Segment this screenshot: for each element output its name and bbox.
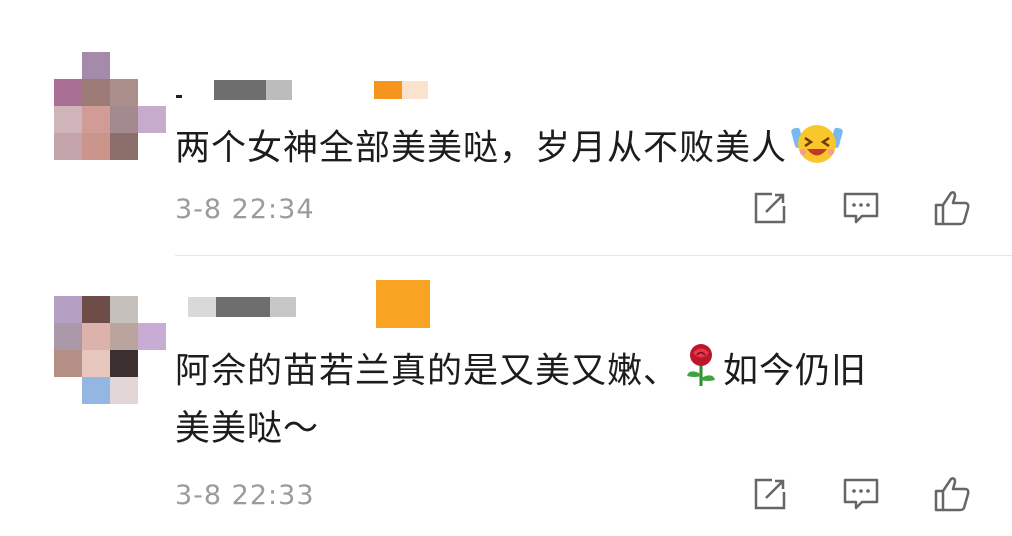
avatar-mosaic-cell: [82, 133, 110, 160]
reply-button[interactable]: [841, 474, 881, 514]
share-button[interactable]: [750, 188, 790, 228]
share-icon: [754, 192, 786, 224]
username-blur: [188, 297, 216, 317]
share-button[interactable]: [750, 474, 790, 514]
comment-item: 阿佘的苗若兰真的是又美又嫩、 如今仍旧 美美哒～ 3-8 22:33: [0, 256, 1012, 536]
comment-text-line: 阿佘的苗若兰真的是又美又嫩、: [175, 351, 680, 392]
comment-item: 两个女神全部美美哒，岁月从不败美人 3-8 22:34: [0, 0, 1012, 256]
username-dot: [176, 94, 182, 98]
avatar-mosaic-cell: [110, 350, 138, 377]
comment-actions: [750, 474, 972, 514]
username[interactable]: [176, 80, 428, 100]
avatar-mosaic-cell: [54, 52, 82, 79]
avatar-mosaic-cell: [110, 106, 138, 133]
avatar[interactable]: [54, 296, 166, 404]
avatar[interactable]: [54, 52, 166, 160]
avatar-mosaic-cell: [82, 296, 110, 323]
comment-icon: [843, 192, 879, 224]
avatar-mosaic-cell: [54, 296, 82, 323]
like-icon: [934, 477, 970, 512]
rose-emoji-icon: [683, 342, 719, 403]
avatar-mosaic-cell: [138, 323, 166, 350]
username-blur: [216, 297, 270, 317]
comment-text: 阿佘的苗若兰真的是又美又嫩、 如今仍旧 美美哒～: [175, 342, 867, 455]
avatar-mosaic-cell: [54, 377, 82, 404]
avatar-mosaic-cell: [138, 133, 166, 160]
avatar-mosaic-cell: [110, 296, 138, 323]
like-button[interactable]: [932, 474, 972, 514]
vip-badge: [376, 280, 430, 328]
avatar-mosaic-cell: [110, 52, 138, 79]
avatar-mosaic-cell: [54, 323, 82, 350]
like-button[interactable]: [932, 188, 972, 228]
avatar-mosaic-cell: [138, 52, 166, 79]
avatar-mosaic-cell: [82, 79, 110, 106]
comment-actions: [750, 188, 972, 228]
reply-button[interactable]: [841, 188, 881, 228]
avatar-mosaic-cell: [138, 79, 166, 106]
comment-time: 3-8 22:34: [175, 194, 315, 225]
username-blur: [270, 297, 296, 317]
comment-text-line: 美美哒～: [175, 409, 320, 449]
avatar-mosaic-cell: [138, 377, 166, 404]
avatar-mosaic-cell: [54, 350, 82, 377]
username[interactable]: [188, 280, 430, 328]
comment-time: 3-8 22:33: [175, 480, 315, 511]
username-blur: [266, 80, 292, 100]
laughing-crying-emoji-icon: [791, 118, 843, 181]
comment-text-content: 两个女神全部美美哒，岁月从不败美人: [175, 128, 788, 169]
comment-text-line: 如今仍旧: [723, 351, 868, 392]
share-icon: [754, 478, 786, 510]
avatar-mosaic-cell: [138, 350, 166, 377]
like-icon: [934, 191, 970, 226]
avatar-mosaic-cell: [82, 377, 110, 404]
comment-icon: [843, 478, 879, 510]
avatar-mosaic-cell: [110, 79, 138, 106]
username-blur: [214, 80, 266, 100]
avatar-mosaic-cell: [82, 350, 110, 377]
avatar-mosaic-cell: [110, 133, 138, 160]
avatar-mosaic-cell: [82, 106, 110, 133]
avatar-mosaic-cell: [54, 106, 82, 133]
vip-badge: [374, 81, 402, 99]
avatar-mosaic-cell: [138, 106, 166, 133]
avatar-mosaic-cell: [110, 377, 138, 404]
vip-badge: [402, 81, 428, 99]
avatar-mosaic-cell: [82, 323, 110, 350]
comment-text: 两个女神全部美美哒，岁月从不败美人: [175, 118, 847, 181]
avatar-mosaic-cell: [54, 133, 82, 160]
avatar-mosaic-cell: [110, 323, 138, 350]
avatar-mosaic-cell: [82, 52, 110, 79]
avatar-mosaic-cell: [138, 296, 166, 323]
avatar-mosaic-cell: [54, 79, 82, 106]
